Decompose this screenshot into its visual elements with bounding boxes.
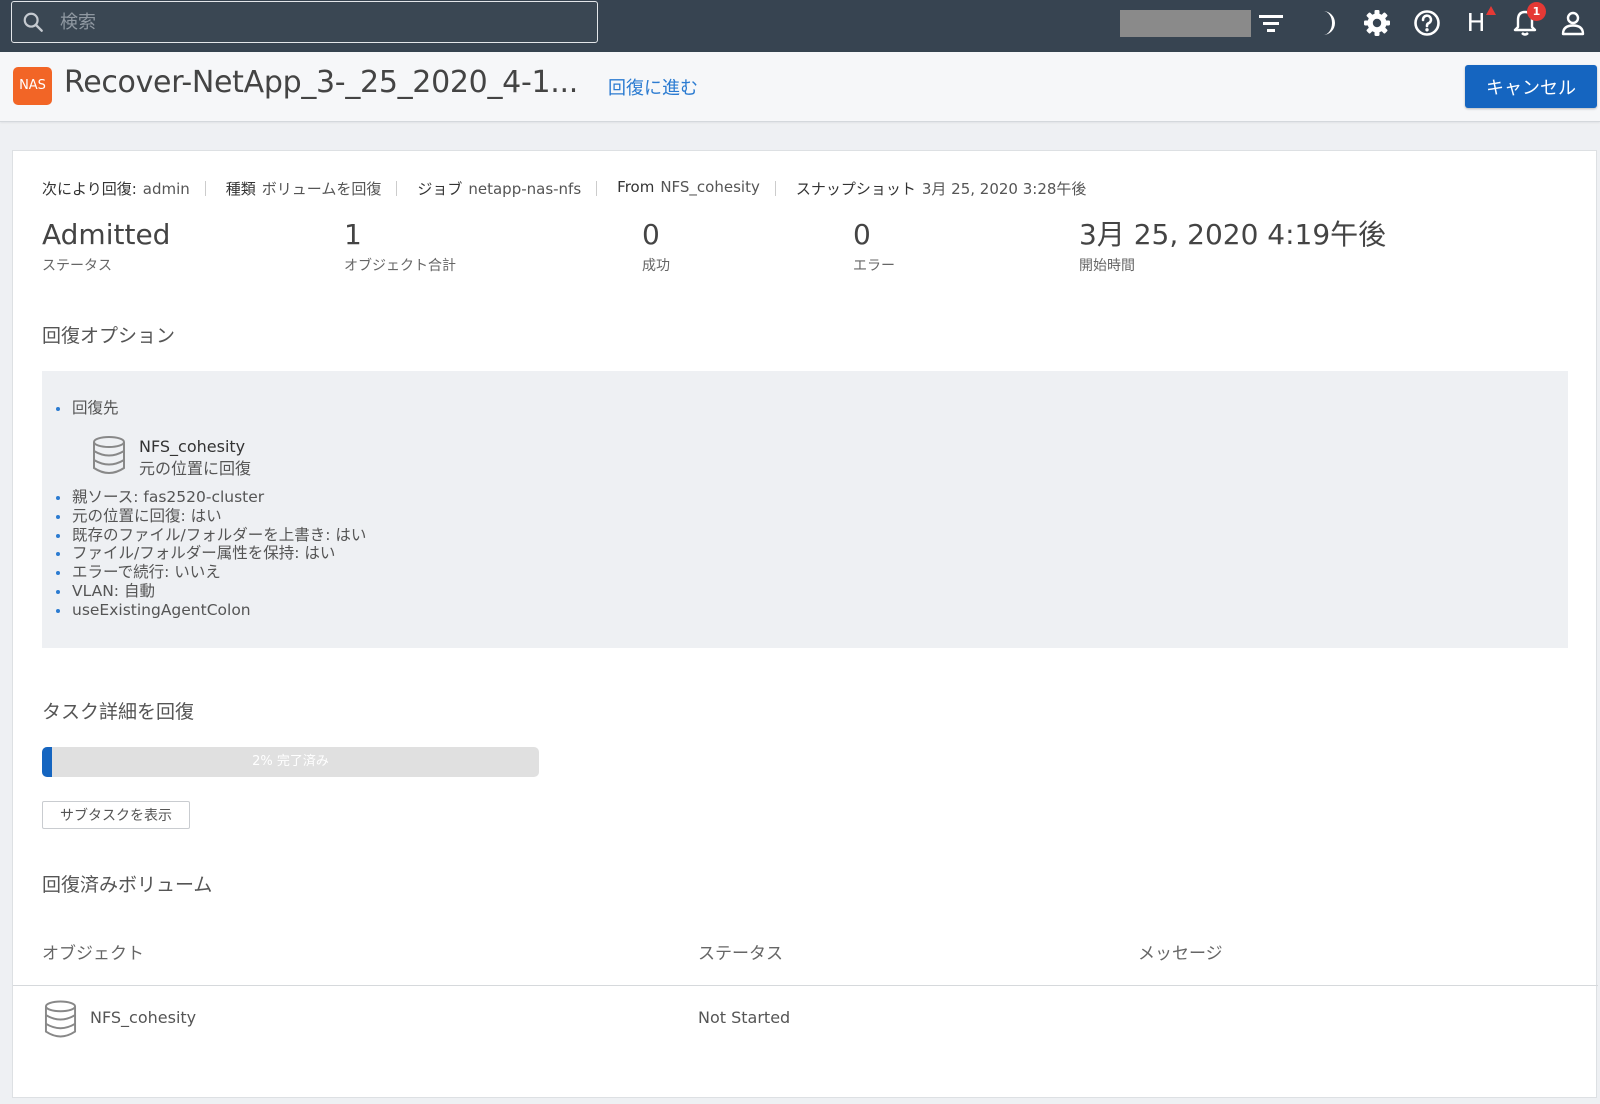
list-item: 親ソース: fas2520-cluster <box>56 488 366 507</box>
stat-start-time: 3月 25, 2020 4:19午後 開始時間 <box>1079 217 1386 275</box>
meta-job-value: netapp-nas-nfs <box>468 180 582 198</box>
proceed-to-recovery-link[interactable]: 回復に進む <box>608 74 698 100</box>
recovery-options-list: 親ソース: fas2520-cluster 元の位置に回復: はい 既存のファイ… <box>56 488 366 620</box>
stat-errors-value: 0 <box>853 218 871 251</box>
destination-name: NFS_cohesity <box>139 437 246 456</box>
meta-from-label: From <box>617 178 655 196</box>
stat-success: 0 成功 <box>642 217 670 275</box>
stat-success-value: 0 <box>642 218 660 251</box>
progress-text: 2% 完了済み <box>252 754 329 769</box>
database-icon <box>44 1000 77 1038</box>
page-title: Recover-NetApp_3-_25_2020_4-1... <box>64 65 578 100</box>
stat-errors-label: エラー <box>853 258 895 274</box>
recovery-options-box: 回復先 NFS_cohesity 元の位置に回復 親ソース: fas2520-c… <box>42 371 1568 648</box>
stat-status: Admitted ステータス <box>42 217 170 275</box>
recovered-volumes-title: 回復済みボリューム <box>42 874 213 896</box>
column-header-object[interactable]: オブジェクト <box>42 939 144 964</box>
list-item: VLAN: 自動 <box>56 582 366 601</box>
help-icon[interactable] <box>1412 8 1442 38</box>
list-item: ファイル/フォルダー属性を保持: はい <box>56 544 366 563</box>
meta-recovered-by-value: admin <box>142 180 190 198</box>
column-header-message[interactable]: メッセージ <box>1138 939 1223 964</box>
list-item: 既存のファイル/フォルダーを上書き: はい <box>56 526 366 545</box>
show-subtasks-button[interactable]: サブタスクを表示 <box>42 801 190 829</box>
search-box[interactable] <box>11 1 598 43</box>
stat-start-time-label: 開始時間 <box>1079 258 1135 274</box>
cancel-button[interactable]: キャンセル <box>1465 65 1597 108</box>
meta-snapshot-value: 3月 25, 2020 3:28午後 <box>921 180 1087 198</box>
list-item: 元の位置に回復: はい <box>56 507 366 526</box>
task-details-title: タスク詳細を回復 <box>42 701 195 723</box>
meta-from-value: NFS_cohesity <box>660 178 760 196</box>
recovery-meta-row: 次により回復: admin 種類 ボリュームを回復 ジョブ netapp-nas-nf… <box>42 178 1122 199</box>
list-item: useExistingAgentColon <box>56 601 366 620</box>
stat-total-objects: 1 オブジェクト合計 <box>344 217 456 275</box>
stat-status-label: ステータス <box>42 258 112 274</box>
gear-icon[interactable] <box>1362 8 1392 38</box>
page-header: NAS Recover-NetApp_3-_25_2020_4-1... 回復に… <box>0 52 1600 122</box>
stat-start-time-value: 3月 25, 2020 4:19午後 <box>1079 218 1387 251</box>
search-icon <box>23 12 43 32</box>
stat-status-value: Admitted <box>42 218 171 251</box>
meta-job-label: ジョブ <box>417 180 463 198</box>
meta-recovered-by-label: 次により回復: <box>42 180 137 198</box>
stat-total-objects-label: オブジェクト合計 <box>344 258 456 274</box>
meta-snapshot-label: スナップショット <box>795 180 916 198</box>
stat-success-label: 成功 <box>642 258 670 274</box>
destination-list: 回復先 <box>56 399 119 418</box>
recovery-detail-card: 次により回復: admin 種類 ボリュームを回復 ジョブ netapp-nas-nf… <box>12 150 1598 1098</box>
volume-object-name[interactable]: NFS_cohesity <box>90 1008 196 1027</box>
meta-type-value: ボリュームを回復 <box>261 180 382 198</box>
stat-errors: 0 エラー <box>853 217 895 275</box>
destination-label: 回復先 <box>72 399 119 417</box>
meta-job: ジョブ netapp-nas-nfs <box>417 178 597 199</box>
column-header-status[interactable]: ステータス <box>698 939 783 964</box>
filter-icon[interactable] <box>1256 8 1286 38</box>
h-label: H <box>1466 8 1486 37</box>
user-icon[interactable] <box>1558 8 1588 38</box>
notification-count-badge: 1 <box>1527 2 1546 21</box>
recovery-progress-bar: 2% 完了済み <box>42 747 539 777</box>
nas-object-type-icon: NAS <box>13 67 52 105</box>
redacted-user-block <box>1120 10 1251 37</box>
meta-type-label: 種類 <box>225 180 256 198</box>
meta-from: From NFS_cohesity <box>617 178 776 199</box>
warning-icon <box>1486 6 1496 15</box>
recovery-options-title: 回復オプション <box>42 325 176 347</box>
top-navigation-bar: H 1 <box>0 0 1600 52</box>
destination-subtext: 元の位置に回復 <box>139 459 252 478</box>
search-input[interactable] <box>60 8 580 36</box>
stat-total-objects-value: 1 <box>344 218 362 251</box>
meta-type: 種類 ボリュームを回復 <box>226 178 398 199</box>
database-icon <box>93 436 125 474</box>
meta-snapshot: スナップショット 3月 25, 2020 3:28午後 <box>796 178 1103 199</box>
table-divider <box>13 985 1598 986</box>
list-item: エラーで続行: いいえ <box>56 563 366 582</box>
list-item: 回復先 <box>56 399 119 418</box>
moon-icon[interactable] <box>1312 8 1342 38</box>
volume-status: Not Started <box>698 1008 791 1027</box>
meta-recovered-by: 次により回復: admin <box>42 178 206 199</box>
